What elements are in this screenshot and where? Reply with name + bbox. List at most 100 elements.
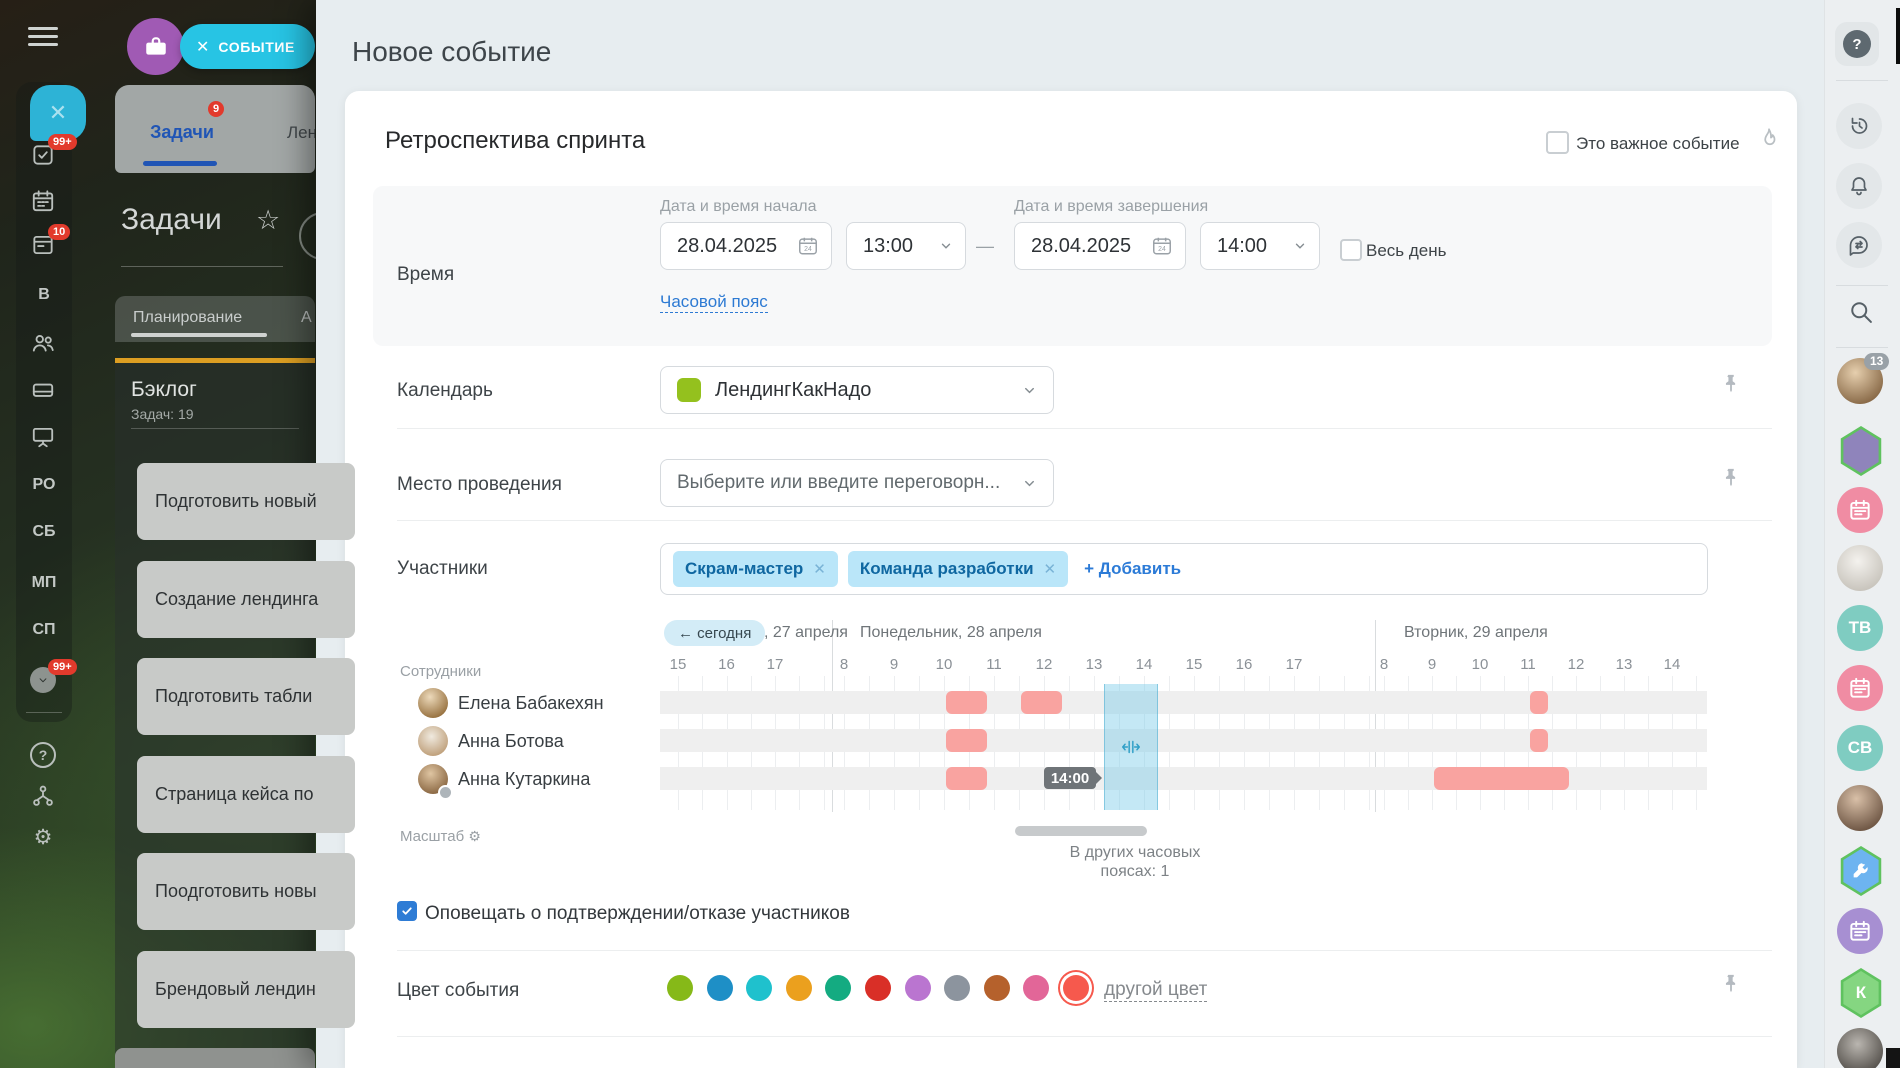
rail-item-sp[interactable]: СП bbox=[16, 621, 72, 639]
color-dot[interactable] bbox=[984, 975, 1010, 1001]
calendar-rail-item[interactable] bbox=[30, 188, 56, 214]
hour-tick: 13 bbox=[1604, 656, 1644, 673]
close-event-button[interactable]: ✕ СОБЫТИЕ bbox=[180, 24, 315, 69]
add-participant-button[interactable]: + Добавить bbox=[1084, 559, 1181, 579]
rail-item-sb[interactable]: СБ bbox=[16, 523, 72, 541]
rail-item-v[interactable]: В bbox=[16, 286, 72, 304]
start-datetime-label: Дата и время начала bbox=[660, 198, 817, 216]
employees-label: Сотрудники bbox=[400, 663, 481, 680]
hamburger-menu-icon[interactable] bbox=[28, 27, 58, 47]
today-button[interactable]: ← сегодня bbox=[664, 620, 765, 646]
time-selection[interactable] bbox=[1104, 684, 1158, 810]
row-divider bbox=[397, 1036, 1772, 1037]
calendar-picker-icon[interactable]: 24 bbox=[797, 235, 819, 257]
calendar-select[interactable]: ЛендингКакНадо bbox=[660, 366, 1054, 414]
history-button[interactable] bbox=[1836, 103, 1882, 149]
people-rail-item[interactable] bbox=[30, 330, 56, 356]
all-day-checkbox[interactable] bbox=[1340, 239, 1362, 261]
task-card[interactable]: Подготовить табли bbox=[137, 658, 355, 735]
start-time-select[interactable]: 13:00 bbox=[846, 222, 966, 270]
help-rail-item[interactable]: ? bbox=[30, 742, 56, 768]
search-button[interactable] bbox=[1847, 298, 1875, 326]
presentation-rail-item[interactable] bbox=[30, 424, 56, 450]
remove-chip-icon[interactable]: ✕ bbox=[1044, 560, 1057, 578]
calendar-avatar-pink-1[interactable] bbox=[1837, 487, 1883, 533]
integrations-rail-item[interactable] bbox=[30, 783, 56, 809]
calendar-avatar-pink-2[interactable] bbox=[1837, 665, 1883, 711]
hour-tick: 17 bbox=[755, 656, 795, 673]
history-icon bbox=[1847, 114, 1871, 138]
pin-icon[interactable] bbox=[1720, 466, 1742, 490]
drive-rail-item[interactable] bbox=[30, 377, 56, 403]
tab-tasks[interactable]: Задачи bbox=[140, 122, 224, 143]
task-card[interactable]: Подготовить новый bbox=[137, 463, 355, 540]
availability-scheduler[interactable]: ← сегодня, 27 апреляПонедельник, 28 апре… bbox=[660, 618, 1707, 814]
task-card[interactable]: Создание лендинга bbox=[137, 561, 355, 638]
chat-bubble-close-icon[interactable]: ✕ bbox=[30, 85, 86, 141]
help-icon: ? bbox=[1843, 30, 1871, 58]
white-cat-avatar[interactable] bbox=[1837, 545, 1883, 591]
important-checkbox[interactable] bbox=[1546, 131, 1569, 154]
scale-gear-icon[interactable]: ⚙ bbox=[468, 828, 481, 844]
task-card[interactable]: Поодготовить новы bbox=[137, 853, 355, 930]
svg-text:24: 24 bbox=[804, 246, 812, 253]
tab-active-underline bbox=[143, 161, 217, 166]
favorite-star-icon[interactable]: ☆ bbox=[256, 205, 280, 236]
end-time-select[interactable]: 14:00 bbox=[1200, 222, 1320, 270]
color-dot[interactable] bbox=[944, 975, 970, 1001]
pin-icon[interactable] bbox=[1720, 372, 1742, 396]
briefcase-button[interactable] bbox=[127, 18, 184, 75]
timezone-link[interactable]: Часовой пояс bbox=[660, 292, 768, 313]
custom-color-link[interactable]: другой цвет bbox=[1104, 979, 1207, 1002]
resize-handle-icon[interactable] bbox=[1120, 736, 1142, 758]
participant-chip[interactable]: Скрам-мастер✕ bbox=[673, 551, 838, 587]
participants-input[interactable]: Скрам-мастер✕ Команда разработки✕ + Доба… bbox=[660, 543, 1708, 595]
drive-icon bbox=[30, 377, 56, 403]
calendar-picker-icon[interactable]: 24 bbox=[1151, 235, 1173, 257]
color-dot[interactable] bbox=[865, 975, 891, 1001]
tree-icon bbox=[30, 783, 56, 809]
color-dot-selected[interactable] bbox=[1063, 975, 1089, 1001]
color-dot[interactable] bbox=[667, 975, 693, 1001]
messenger-button[interactable] bbox=[1836, 222, 1882, 268]
help-button[interactable]: ? bbox=[1835, 22, 1879, 66]
remove-chip-icon[interactable]: ✕ bbox=[813, 560, 826, 578]
subtab-second[interactable]: А bbox=[301, 309, 315, 327]
wrench-icon bbox=[1850, 860, 1872, 882]
task-card[interactable]: Страница кейса по bbox=[137, 756, 355, 833]
briefcase-icon bbox=[143, 34, 169, 60]
pin-icon[interactable] bbox=[1720, 972, 1742, 996]
settings-rail-item[interactable]: ⚙ bbox=[30, 825, 56, 851]
avatar-tv[interactable]: ТВ bbox=[1837, 605, 1883, 651]
end-date-field[interactable]: 28.04.2025 24 bbox=[1014, 222, 1186, 270]
calendar-select-value: ЛендингКакНадо bbox=[715, 379, 1022, 402]
notify-checkbox[interactable] bbox=[397, 901, 417, 921]
status-dot bbox=[438, 785, 453, 800]
notifications-button[interactable] bbox=[1836, 163, 1882, 209]
people-icon bbox=[30, 330, 56, 356]
color-dot[interactable] bbox=[786, 975, 812, 1001]
sidebar-divider bbox=[1836, 285, 1888, 286]
rail-item-mp[interactable]: МП bbox=[16, 574, 72, 592]
location-select[interactable]: Выберите или введите переговорн... bbox=[660, 459, 1054, 507]
grumpy-cat-avatar[interactable] bbox=[1837, 1028, 1883, 1068]
window-edge-notch bbox=[1896, 8, 1900, 64]
participant-chip[interactable]: Команда разработки✕ bbox=[848, 551, 1068, 587]
color-dot[interactable] bbox=[707, 975, 733, 1001]
subtab-planning[interactable]: Планирование bbox=[133, 309, 242, 327]
color-dot[interactable] bbox=[746, 975, 772, 1001]
all-day-label: Весь день bbox=[1366, 241, 1447, 261]
tab-feed[interactable]: Лен bbox=[287, 123, 315, 143]
rail-item-ro[interactable]: РО bbox=[16, 476, 72, 494]
event-name-input[interactable]: Ретроспектива спринта bbox=[385, 127, 645, 155]
busy-block bbox=[946, 767, 987, 790]
notify-label: Оповещать о подтверждении/отказе участни… bbox=[425, 903, 850, 925]
start-date-field[interactable]: 28.04.2025 24 bbox=[660, 222, 832, 270]
day-title: Понедельник, 28 апреля bbox=[860, 624, 1042, 642]
calendar-avatar-purple[interactable] bbox=[1837, 908, 1883, 954]
avatar-sv[interactable]: СВ bbox=[1837, 725, 1883, 771]
woman-avatar[interactable] bbox=[1837, 785, 1883, 831]
task-card[interactable]: Брендовый лендин bbox=[137, 951, 355, 1028]
scheduler-scrollbar[interactable] bbox=[1015, 826, 1147, 836]
color-dot[interactable] bbox=[905, 975, 931, 1001]
